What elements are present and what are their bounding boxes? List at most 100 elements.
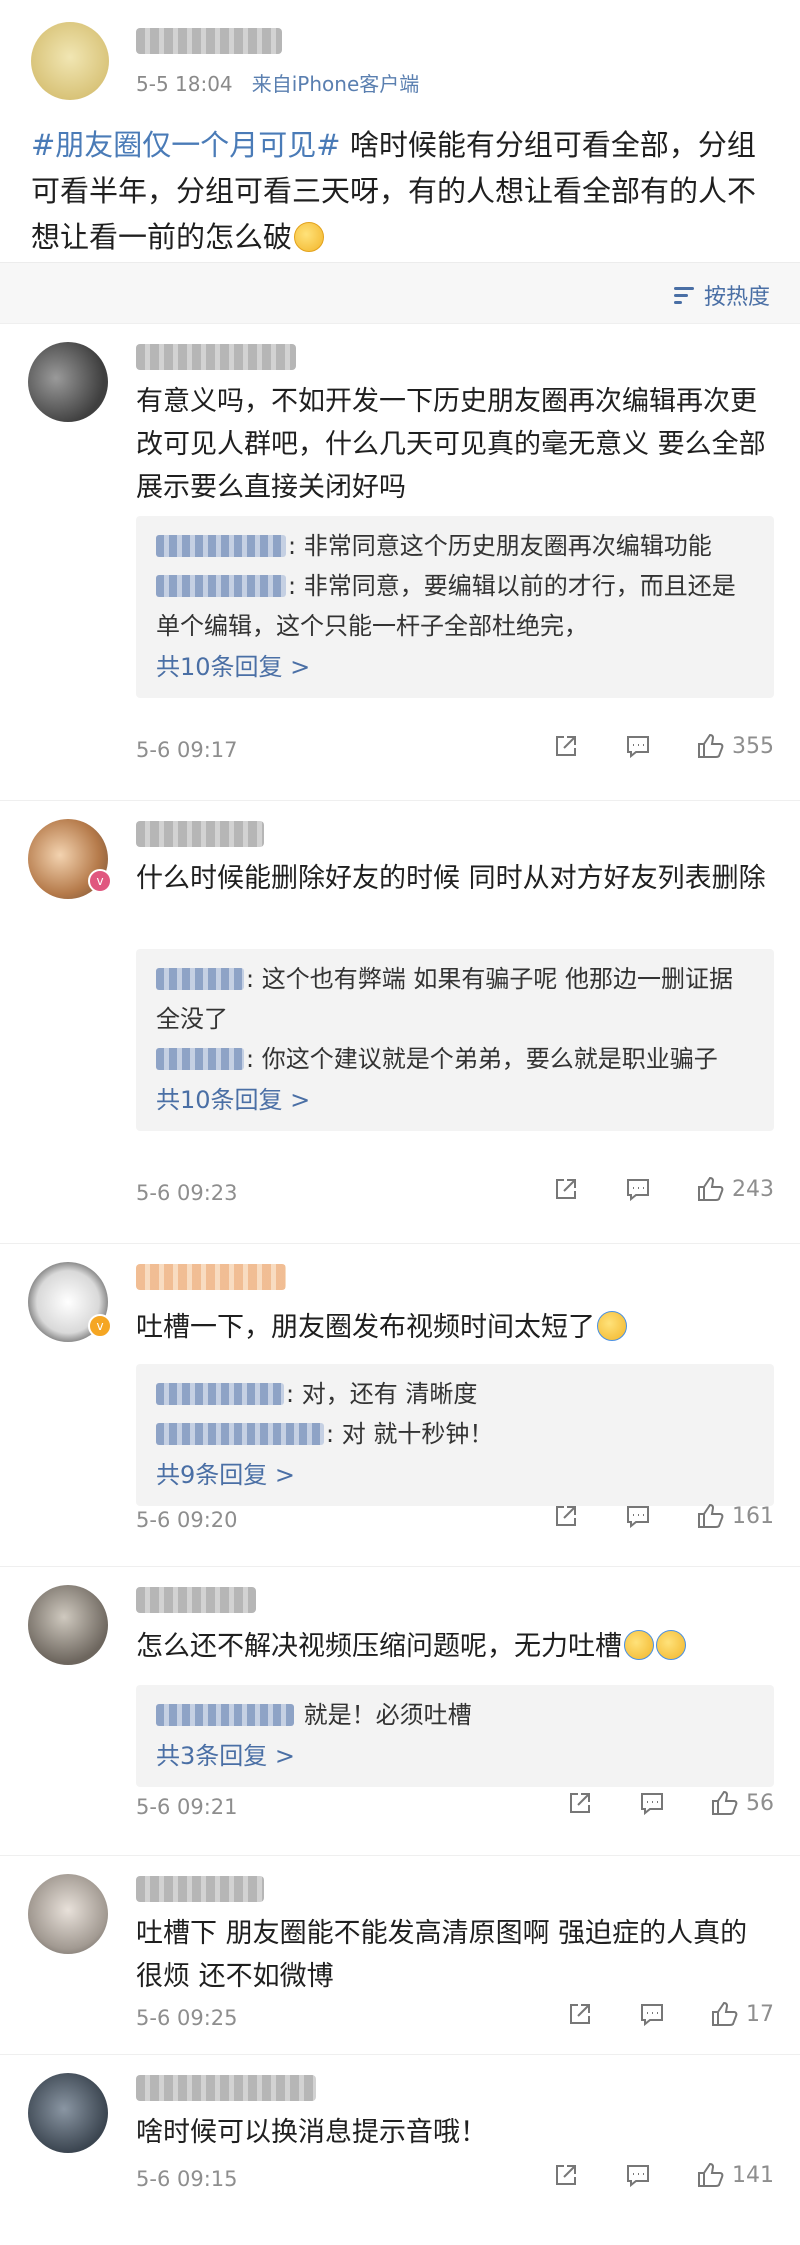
like-count: 17 bbox=[746, 2001, 774, 2027]
more-replies-link[interactable]: 共10条回复 > bbox=[156, 646, 754, 688]
thumbs-up-icon bbox=[712, 2001, 738, 2026]
commenter-name-blurred[interactable] bbox=[136, 1587, 256, 1613]
share-button[interactable] bbox=[552, 732, 580, 760]
comment-text: 吐槽一下，朋友圈发布视频时间太短了 bbox=[136, 1306, 766, 1349]
comment-item: v 什么时候能删除好友的时候 同时从对方好友列表删除 : 这个也有弊端 如果有骗… bbox=[0, 800, 800, 1243]
comment-actions: 56 bbox=[522, 1789, 774, 1817]
comment-time: 5-6 09:20 bbox=[136, 1508, 238, 1532]
commenter-name-blurred[interactable] bbox=[136, 821, 264, 847]
comment-icon bbox=[627, 2165, 649, 2188]
share-icon bbox=[570, 2004, 590, 2024]
sweat-emoji-icon bbox=[624, 1630, 654, 1660]
reply-item: : 非常同意，要编辑以前的才行，而且还是单个编辑，这个只能一杆子全部杜绝完， bbox=[156, 572, 736, 640]
post-body: #朋友圈仅一个月可见# 啥时候能有分组可看全部，分组可看半年，分组可看三天呀，有… bbox=[31, 122, 771, 260]
comment-button[interactable] bbox=[624, 1175, 652, 1203]
commenter-name-blurred[interactable] bbox=[136, 2075, 316, 2101]
like-button[interactable]: 17 bbox=[710, 2000, 774, 2028]
comment-button[interactable] bbox=[624, 732, 652, 760]
reply-author-blurred[interactable] bbox=[156, 1423, 324, 1445]
reply-author-blurred[interactable] bbox=[156, 535, 286, 557]
comment-text: 有意义吗，不如开发一下历史朋友圈再次编辑再次更改可见人群吧，什么几天可见真的毫无… bbox=[136, 386, 766, 503]
comment-item: v 吐槽一下，朋友圈发布视频时间太短了 : 对，还有 清晰度 : 对 就十秒钟！… bbox=[0, 1243, 800, 1566]
comment-button[interactable] bbox=[624, 2161, 652, 2189]
comment-actions: 355 bbox=[508, 732, 774, 760]
comment-icon bbox=[641, 1793, 663, 1816]
like-count: 243 bbox=[732, 1176, 774, 1202]
reply-item: : 对 就十秒钟！ bbox=[156, 1414, 754, 1454]
reply-author-blurred[interactable] bbox=[156, 1704, 294, 1726]
like-button[interactable]: 355 bbox=[696, 732, 774, 760]
sort-by-hot-button[interactable]: 按热度 bbox=[673, 279, 770, 311]
reply-author-blurred[interactable] bbox=[156, 968, 244, 990]
share-icon bbox=[556, 2165, 576, 2185]
like-count: 161 bbox=[732, 1503, 774, 1529]
comment-icon bbox=[641, 2004, 663, 2027]
comment-actions: 161 bbox=[508, 1502, 774, 1530]
author-avatar[interactable] bbox=[31, 22, 109, 100]
comment-button[interactable] bbox=[638, 1789, 666, 1817]
commenter-name-blurred[interactable] bbox=[136, 1264, 286, 1290]
comment-time: 5-6 09:25 bbox=[136, 2006, 238, 2030]
like-button[interactable]: 141 bbox=[696, 2161, 774, 2189]
comment-item: 有意义吗，不如开发一下历史朋友圈再次编辑再次更改可见人群吧，什么几天可见真的毫无… bbox=[0, 323, 800, 800]
reply-box[interactable]: : 对，还有 清晰度 : 对 就十秒钟！ 共9条回复 > bbox=[136, 1364, 774, 1506]
comment-icon bbox=[627, 1506, 649, 1529]
thumbs-up-icon bbox=[698, 1503, 724, 1528]
post-source: 来自iPhone客户端 bbox=[251, 72, 420, 96]
comment-time: 5-6 09:17 bbox=[136, 738, 238, 762]
reply-box[interactable]: : 这个也有弊端 如果有骗子呢 他那边一删证据全没了 : 你这个建议就是个弟弟，… bbox=[136, 949, 774, 1131]
commenter-avatar[interactable] bbox=[28, 2073, 108, 2153]
comment-icon bbox=[627, 736, 649, 759]
more-replies-link[interactable]: 共10条回复 > bbox=[156, 1079, 754, 1121]
comment-time: 5-6 09:21 bbox=[136, 1795, 238, 1819]
vip-badge-icon: v bbox=[88, 869, 112, 893]
comment-actions: 141 bbox=[508, 2161, 774, 2189]
verified-badge-icon: v bbox=[88, 1314, 112, 1338]
reply-author-blurred[interactable] bbox=[156, 1383, 284, 1405]
comment-text: 吐槽下 朋友圈能不能发高清原图啊 强迫症的人真的很烦 还不如微博 bbox=[136, 1918, 748, 1992]
comment-time: 5-6 09:23 bbox=[136, 1181, 238, 1205]
reply-box[interactable]: : 非常同意这个历史朋友圈再次编辑功能 : 非常同意，要编辑以前的才行，而且还是… bbox=[136, 516, 774, 698]
share-button[interactable] bbox=[566, 1789, 594, 1817]
comment-actions: 243 bbox=[508, 1175, 774, 1203]
post-time: 5-5 18:04 bbox=[136, 72, 233, 96]
commenter-avatar[interactable] bbox=[28, 342, 108, 422]
comment-icon bbox=[627, 1179, 649, 1202]
post-hashtag[interactable]: #朋友圈仅一个月可见# bbox=[31, 128, 341, 162]
reply-item: : 对，还有 清晰度 bbox=[156, 1374, 754, 1414]
comment-item: 怎么还不解决视频压缩问题呢，无力吐槽 就是！必须吐槽 共3条回复 > 5-6 0… bbox=[0, 1566, 800, 1855]
like-button[interactable]: 243 bbox=[696, 1175, 774, 1203]
comment-button[interactable] bbox=[638, 2000, 666, 2028]
reply-author-blurred[interactable] bbox=[156, 575, 286, 597]
like-button[interactable]: 161 bbox=[696, 1502, 774, 1530]
commenter-name-blurred[interactable] bbox=[136, 1876, 264, 1902]
comment-item: 啥时候可以换消息提示音哦！ 5-6 09:15 141 bbox=[0, 2054, 800, 2245]
sort-icon bbox=[673, 286, 696, 304]
reply-box[interactable]: 就是！必须吐槽 共3条回复 > bbox=[136, 1685, 774, 1787]
like-button[interactable]: 56 bbox=[710, 1789, 774, 1817]
reply-author-blurred[interactable] bbox=[156, 1048, 244, 1070]
commenter-avatar[interactable] bbox=[28, 1585, 108, 1665]
share-icon bbox=[556, 736, 576, 756]
reply-item: 就是！必须吐槽 bbox=[156, 1695, 754, 1735]
author-name-blurred[interactable] bbox=[136, 28, 282, 54]
share-button[interactable] bbox=[552, 2161, 580, 2189]
share-icon bbox=[556, 1179, 576, 1199]
thumbs-up-icon bbox=[698, 733, 724, 758]
commenter-name-blurred[interactable] bbox=[136, 344, 296, 370]
comment-text: 什么时候能删除好友的时候 同时从对方好友列表删除 bbox=[136, 863, 766, 894]
sweat-emoji-icon bbox=[656, 1630, 686, 1660]
yummy-emoji-icon bbox=[294, 222, 325, 252]
more-replies-link[interactable]: 共3条回复 > bbox=[156, 1735, 754, 1777]
post-meta: 5-5 18:04 来自iPhone客户端 bbox=[136, 68, 419, 97]
comment-item: 吐槽下 朋友圈能不能发高清原图啊 强迫症的人真的很烦 还不如微博 5-6 09:… bbox=[0, 1855, 800, 2054]
share-button[interactable] bbox=[566, 2000, 594, 2028]
comment-button[interactable] bbox=[624, 1502, 652, 1530]
share-button[interactable] bbox=[552, 1502, 580, 1530]
share-button[interactable] bbox=[552, 1175, 580, 1203]
commenter-avatar[interactable] bbox=[28, 1874, 108, 1954]
share-icon bbox=[570, 1793, 590, 1813]
more-replies-link[interactable]: 共9条回复 > bbox=[156, 1454, 754, 1496]
like-count: 355 bbox=[732, 733, 774, 759]
share-icon bbox=[556, 1506, 576, 1526]
